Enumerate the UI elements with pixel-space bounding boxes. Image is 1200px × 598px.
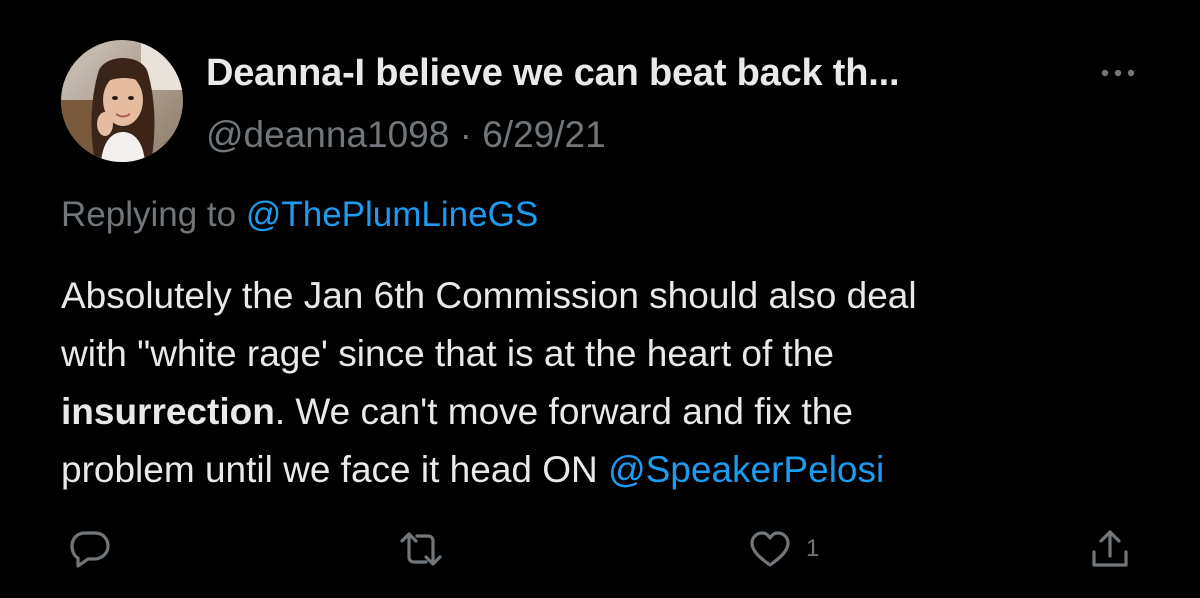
tweet-body-line: with "white rage' since that is at the h… [61, 333, 834, 374]
meta-separator: · [459, 114, 472, 155]
tweet-date[interactable]: 6/29/21 [482, 114, 605, 155]
tweet: Deanna-I believe we can beat back th... … [0, 0, 1200, 598]
tweet-body: Absolutely the Jan 6th Commission should… [61, 267, 1161, 499]
avatar[interactable] [61, 40, 183, 162]
heart-icon [750, 531, 790, 567]
retweet-button[interactable] [398, 528, 444, 570]
retweet-icon [400, 532, 442, 566]
like-button[interactable]: 1 [748, 528, 819, 570]
mention-link[interactable]: @SpeakerPelosi [608, 449, 884, 490]
reply-icon [70, 531, 110, 568]
author-name[interactable]: Deanna-I believe we can beat back th... [206, 52, 900, 95]
reply-button[interactable] [68, 528, 112, 570]
tweet-body-line: Absolutely the Jan 6th Commission should… [61, 275, 917, 316]
user-handle[interactable]: @deanna1098 [206, 114, 449, 155]
share-icon [1092, 530, 1128, 567]
tweet-body-text: . We can't move forward and fix the [274, 391, 853, 432]
tweet-body-text: problem until we face it head ON [61, 449, 609, 490]
tweet-meta: @deanna1098 · 6/29/21 [206, 114, 606, 156]
tweet-body-line: insurrection. We can't move forward and … [61, 383, 1161, 441]
replying-mention-link[interactable]: @ThePlumLineGS [246, 195, 538, 234]
tweet-body-line: problem until we face it head ON @Speake… [61, 441, 1161, 499]
bold-keyword: insurrection [61, 391, 275, 432]
like-count: 1 [806, 535, 820, 562]
share-button[interactable] [1088, 528, 1132, 570]
replying-prefix: Replying to [61, 195, 237, 234]
replying-to: Replying to @ThePlumLineGS [61, 195, 538, 235]
more-button[interactable] [1096, 60, 1140, 86]
more-icon [1101, 69, 1135, 77]
